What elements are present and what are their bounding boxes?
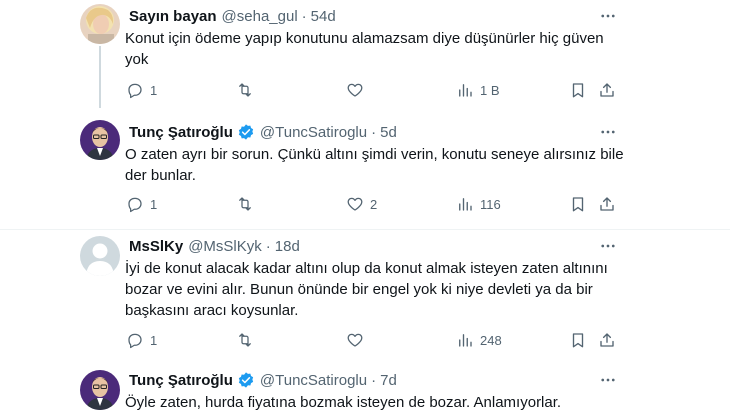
tweet-header: MsSlKy @MsSlKyk · 18d (129, 236, 300, 256)
tweet-text: O zaten ayrı bir sorun. Çünkü altını şim… (125, 146, 624, 184)
verified-icon (237, 371, 255, 389)
share-icon (600, 333, 614, 347)
separator: · (371, 371, 377, 389)
tweet-actions: 1 1 B (120, 80, 625, 100)
tweet-header: Tunç Şatıroğlu @TuncSatiroglu · 5d (129, 122, 397, 142)
tweet-text: Konut için ödeme yapıp konutunu alamazsa… (125, 30, 604, 68)
retweet-icon (239, 333, 251, 347)
timestamp[interactable]: 54d (311, 8, 336, 25)
views-count: 1 B (480, 82, 500, 98)
reply-button[interactable]: 1 (126, 80, 157, 100)
views-button[interactable]: 248 (456, 330, 502, 350)
tweet[interactable]: Tunç Şatıroğlu @TuncSatiroglu · 5d O zat… (0, 118, 730, 230)
more-icon[interactable] (596, 370, 620, 390)
timestamp[interactable]: 5d (380, 124, 397, 141)
bookmark-button[interactable] (569, 330, 587, 350)
tweet-header: Tunç Şatıroğlu @TuncSatiroglu · 7d (129, 370, 397, 390)
like-button[interactable] (346, 80, 370, 100)
share-icon (600, 197, 614, 211)
views-count: 248 (480, 332, 502, 348)
tweet-actions: 1 2 116 (120, 194, 625, 214)
author-name[interactable]: Tunç Şatıroğlu (129, 372, 233, 389)
views-icon (459, 84, 472, 97)
bookmark-icon (572, 83, 584, 98)
more-icon[interactable] (596, 122, 620, 142)
more-icon[interactable] (596, 6, 620, 26)
tweet[interactable]: Sayın bayan @seha_gul · 54d Konut için ö… (0, 0, 730, 118)
author-name[interactable]: MsSlKy (129, 238, 183, 255)
share-button[interactable] (598, 80, 616, 100)
like-icon (347, 333, 363, 347)
avatar[interactable] (80, 4, 120, 44)
like-button[interactable] (346, 330, 370, 350)
timestamp[interactable]: 7d (380, 372, 397, 389)
retweet-button[interactable] (236, 80, 260, 100)
bookmark-icon (572, 333, 584, 348)
views-button[interactable]: 1 B (456, 80, 500, 100)
bookmark-button[interactable] (569, 194, 587, 214)
author-handle[interactable]: @MsSlKyk (188, 238, 262, 255)
like-icon (347, 83, 363, 97)
author-handle[interactable]: @seha_gul (222, 8, 298, 25)
author-name[interactable]: Tunç Şatıroğlu (129, 124, 233, 141)
bookmark-button[interactable] (569, 80, 587, 100)
bookmark-icon (572, 197, 584, 212)
views-icon (459, 334, 472, 347)
avatar[interactable] (80, 120, 120, 160)
retweet-button[interactable] (236, 194, 260, 214)
author-handle[interactable]: @TuncSatiroglu (260, 124, 367, 141)
share-button[interactable] (598, 330, 616, 350)
reply-icon (128, 197, 142, 213)
author-handle[interactable]: @TuncSatiroglu (260, 372, 367, 389)
tweet[interactable]: Tunç Şatıroğlu @TuncSatiroglu · 7d Öyle … (0, 364, 730, 420)
views-count: 116 (480, 196, 501, 212)
separator: · (371, 123, 377, 141)
tweet-text: Öyle zaten, hurda fiyatına bozmak isteye… (125, 394, 562, 411)
tweet-actions: 1 248 (120, 330, 625, 350)
retweet-icon (239, 197, 251, 211)
tweet-header: Sayın bayan @seha_gul · 54d (129, 6, 336, 26)
timestamp[interactable]: 18d (275, 238, 300, 255)
reply-icon (128, 83, 142, 99)
like-button[interactable]: 2 (346, 194, 377, 214)
share-icon (600, 83, 614, 97)
retweet-icon (239, 83, 251, 97)
reply-button[interactable]: 1 (126, 330, 157, 350)
verified-icon (237, 123, 255, 141)
separator: · (301, 7, 307, 25)
reply-count: 1 (150, 196, 158, 212)
more-icon[interactable] (596, 236, 620, 256)
views-icon (459, 198, 472, 211)
views-button[interactable]: 116 (456, 194, 501, 214)
avatar[interactable] (80, 370, 120, 410)
tweet-text: İyi de konut alacak kadar altını olup da… (125, 260, 608, 319)
reply-count: 1 (150, 82, 158, 98)
reply-icon (128, 333, 142, 349)
like-count: 2 (370, 196, 378, 212)
retweet-button[interactable] (236, 330, 260, 350)
reply-button[interactable]: 1 (126, 194, 157, 214)
reply-count: 1 (150, 332, 158, 348)
avatar[interactable] (80, 236, 120, 276)
like-icon (347, 197, 363, 211)
separator: · (265, 237, 271, 255)
author-name[interactable]: Sayın bayan (129, 8, 217, 25)
tweet[interactable]: MsSlKy @MsSlKyk · 18d İyi de konut alaca… (0, 230, 730, 364)
share-button[interactable] (598, 194, 616, 214)
